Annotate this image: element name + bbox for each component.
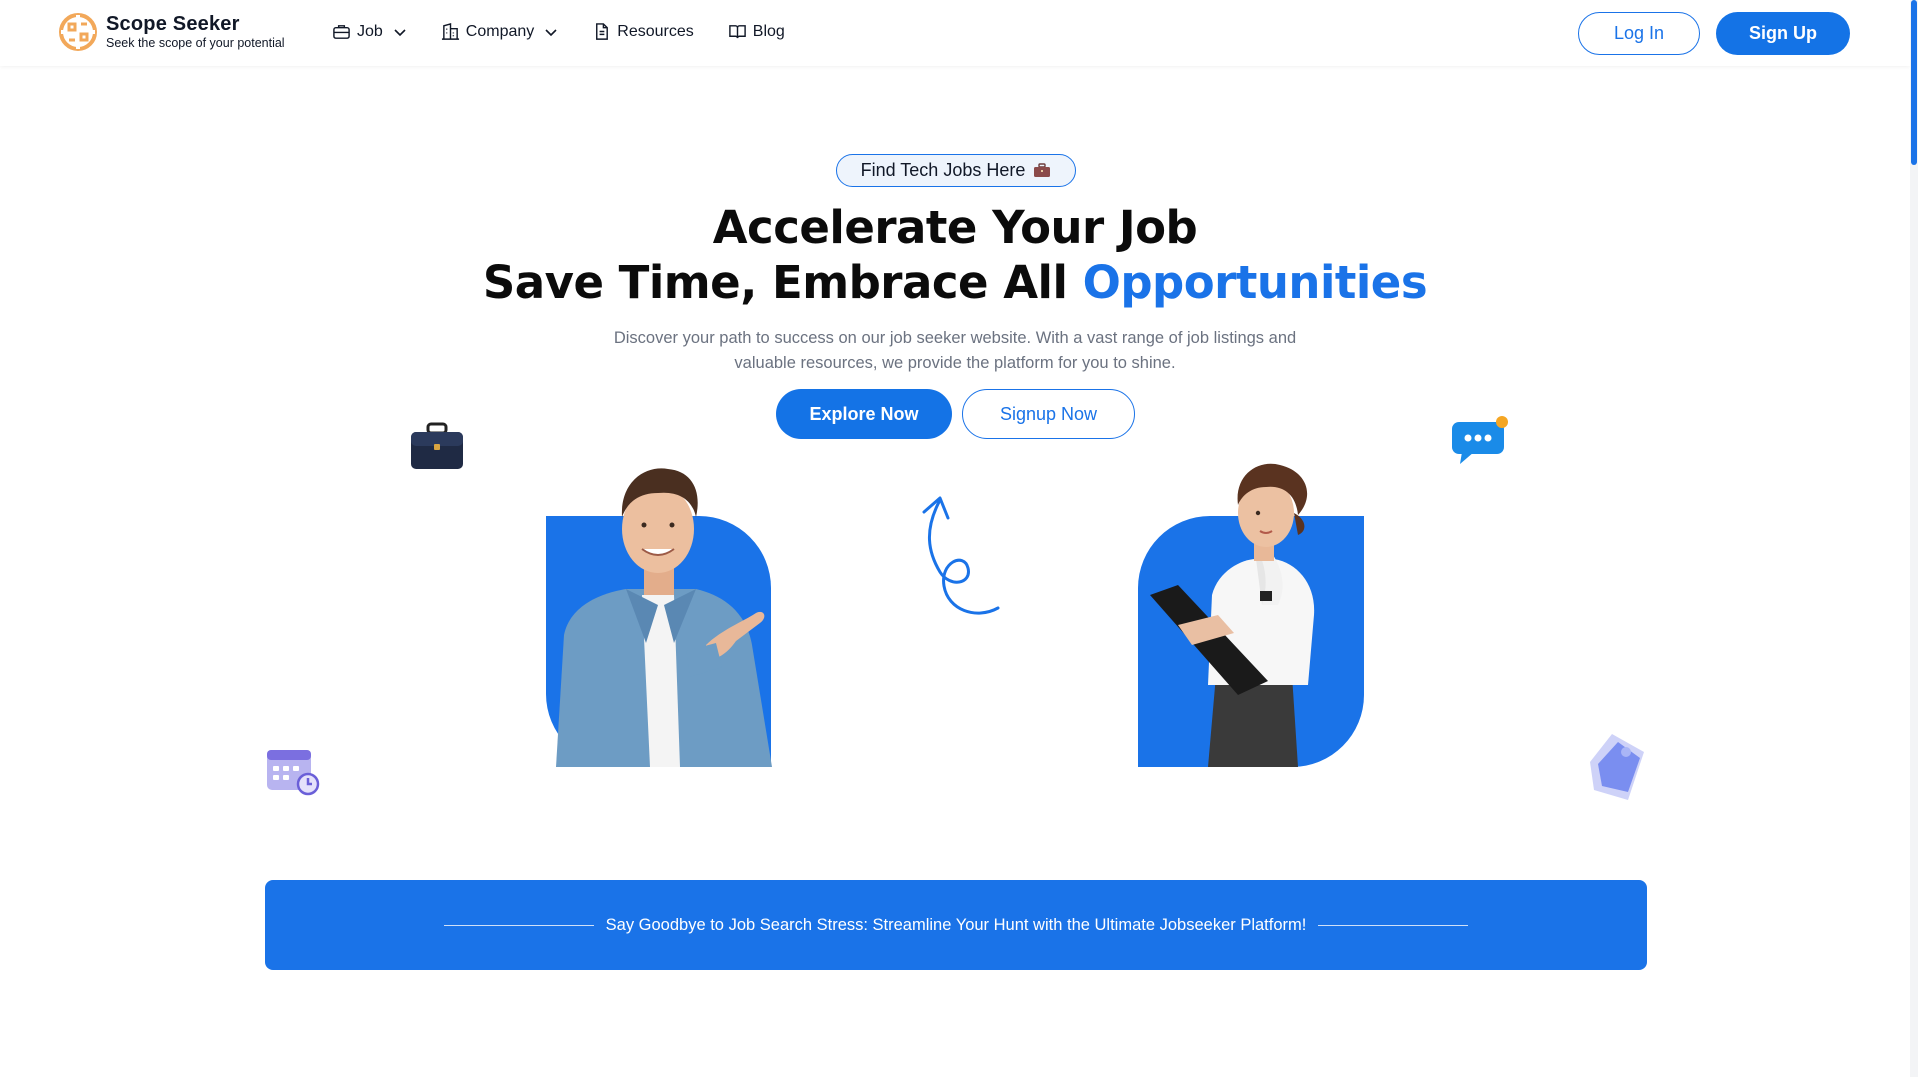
document-icon [596, 23, 609, 40]
hero-image-man [546, 455, 772, 767]
woman-illustration [1150, 463, 1315, 767]
curly-arrow-icon [922, 496, 1000, 615]
signup-now-button[interactable]: Signup Now [962, 389, 1135, 439]
briefcase-emoji-icon [1034, 163, 1051, 177]
briefcase-icon [333, 25, 350, 39]
main-nav: Job Company Resources Blog [332, 22, 819, 41]
hero-image-woman [1138, 455, 1364, 767]
nav-item-company[interactable]: Company [441, 22, 558, 41]
chat-bubble-icon [1452, 416, 1508, 464]
nav-item-resources[interactable]: Resources [592, 22, 694, 41]
nav-item-label: Blog [752, 22, 785, 40]
hero-heading-accent: Opportunities [1082, 256, 1428, 309]
book-icon [728, 25, 746, 39]
hero-description: Discover your path to success on our job… [613, 329, 1297, 372]
explore-now-button[interactable]: Explore Now [776, 389, 952, 439]
building-icon [441, 22, 459, 40]
nav-item-label: Job [357, 22, 383, 40]
banner-divider-right [1318, 924, 1469, 926]
banner-text: Say Goodbye to Job Search Stress: Stream… [605, 915, 1307, 934]
brand-tagline: Seek the scope of your potential [106, 36, 285, 51]
tag-3d-icon [1590, 734, 1644, 800]
nav-item-job[interactable]: Job [332, 22, 407, 41]
calendar-clock-icon [267, 750, 320, 796]
hero-heading-line1: Accelerate Your Job [712, 201, 1198, 254]
promo-banner: Say Goodbye to Job Search Stress: Stream… [265, 880, 1647, 970]
login-button[interactable]: Log In [1578, 12, 1700, 55]
brand-name: Scope Seeker [106, 13, 240, 36]
signup-button[interactable]: Sign Up [1716, 12, 1850, 55]
banner-divider-left [443, 924, 594, 926]
pill-label: Find Tech Jobs Here [860, 160, 1026, 180]
nav-item-label: Resources [617, 22, 694, 40]
chevron-down-icon [545, 28, 557, 36]
chevron-down-icon [394, 28, 406, 36]
hero-heading: Accelerate Your Job Save Time, Embrace A… [0, 200, 1910, 310]
scrollbar-thumb[interactable] [1911, 0, 1917, 165]
find-tech-jobs-pill: Find Tech Jobs Here [836, 154, 1076, 187]
nav-item-label: Company [465, 22, 535, 40]
briefcase-3d-icon [411, 422, 463, 469]
brand-logo[interactable]: Scope Seeker Seek the scope of your pote… [58, 12, 285, 52]
man-illustration [556, 468, 772, 767]
nav-item-blog[interactable]: Blog [728, 22, 785, 41]
navbar: Scope Seeker Seek the scope of your pote… [0, 0, 1910, 66]
scope-seeker-logo-icon [59, 13, 97, 51]
hero-heading-line2: Save Time, Embrace All [482, 256, 1083, 309]
